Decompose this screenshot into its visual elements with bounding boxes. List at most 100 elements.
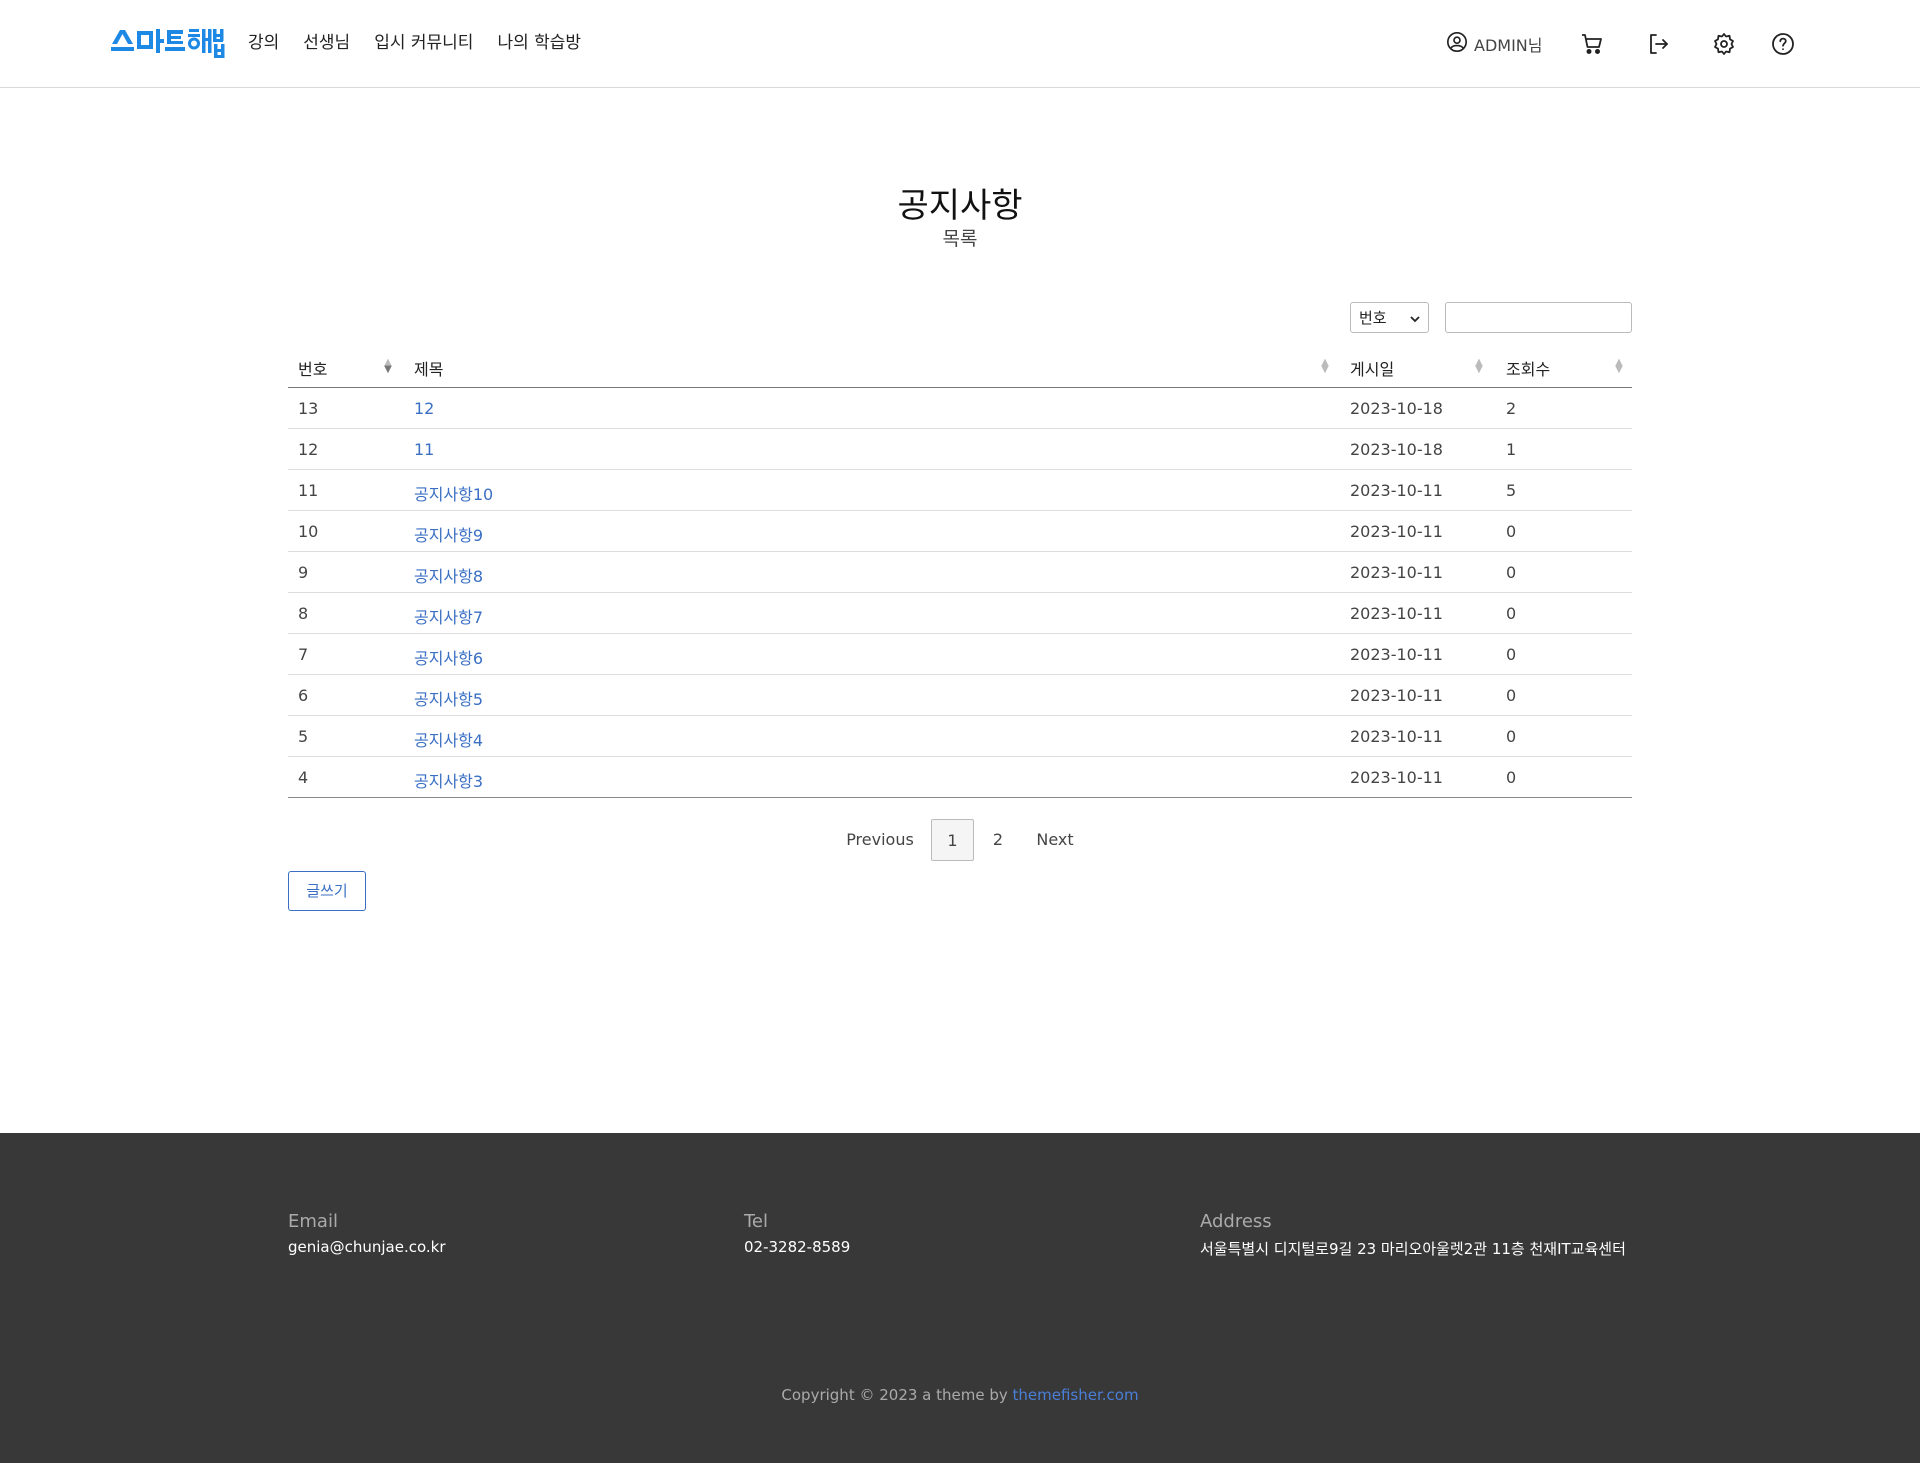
footer-email-value: genia@chunjae.co.kr bbox=[288, 1238, 446, 1256]
sort-icon[interactable]: ▲ ▼ bbox=[383, 358, 393, 375]
user-menu[interactable]: ADMIN님 bbox=[1446, 31, 1542, 57]
cell-title-link[interactable]: 공지사항4 bbox=[414, 727, 483, 751]
page-subtitle: 목록 bbox=[942, 228, 978, 250]
cell-views: 1 bbox=[1506, 440, 1517, 459]
gear-icon[interactable] bbox=[1710, 30, 1738, 58]
copyright-link[interactable]: themefisher.com bbox=[1013, 1386, 1139, 1404]
cell-date: 2023-10-11 bbox=[1350, 727, 1443, 746]
cell-views: 5 bbox=[1506, 481, 1517, 500]
cell-title-link[interactable]: 12 bbox=[414, 399, 434, 418]
footer-email: Email genia@chunjae.co.kr bbox=[288, 1211, 446, 1256]
cell-date: 2023-10-11 bbox=[1350, 604, 1443, 623]
write-button[interactable]: 글쓰기 bbox=[288, 871, 366, 911]
table-row: 10 공지사항9 2023-10-11 0 bbox=[288, 511, 1632, 552]
footer-address-value: 서울특별시 디지털로9길 23 마리오아울렛2관 11층 천재IT교육센터 bbox=[1200, 1240, 1626, 1258]
cell-views: 2 bbox=[1506, 399, 1517, 418]
pagination-page-1[interactable]: 1 bbox=[931, 819, 974, 861]
help-icon[interactable] bbox=[1769, 30, 1797, 58]
table-row: 4 공지사항3 2023-10-11 0 bbox=[288, 757, 1632, 798]
cell-number: 5 bbox=[298, 727, 309, 746]
table-row: 13 12 2023-10-18 2 bbox=[288, 388, 1632, 429]
cell-title-link[interactable]: 공지사항9 bbox=[414, 522, 483, 546]
logo-wordmark bbox=[111, 29, 225, 58]
nav-community[interactable]: 입시 커뮤니티 bbox=[374, 30, 473, 56]
nav-teachers[interactable]: 선생님 bbox=[303, 30, 350, 56]
cell-date: 2023-10-11 bbox=[1350, 686, 1443, 705]
cell-views: 0 bbox=[1506, 768, 1517, 787]
cell-title-link[interactable]: 공지사항8 bbox=[414, 563, 483, 587]
notice-table: 번호 ▲ ▼ 제목 ▲ ▼ 게시일 ▲ ▼ 조회수 ▲ ▼ 13 12 2023-10-… bbox=[288, 345, 1632, 798]
user-circle-icon bbox=[1446, 31, 1468, 57]
table-header: 번호 ▲ ▼ 제목 ▲ ▼ 게시일 ▲ ▼ 조회수 ▲ ▼ bbox=[288, 345, 1632, 388]
cell-number: 8 bbox=[298, 604, 309, 623]
cell-title-link[interactable]: 11 bbox=[414, 440, 434, 459]
footer-tel: Tel 02-3282-8589 bbox=[744, 1211, 850, 1256]
sort-icon[interactable]: ▲ ▼ bbox=[1614, 358, 1624, 375]
cart-icon[interactable] bbox=[1578, 30, 1606, 58]
footer-tel-label: Tel bbox=[744, 1211, 769, 1232]
cell-date: 2023-10-11 bbox=[1350, 645, 1443, 664]
cell-date: 2023-10-18 bbox=[1350, 440, 1443, 459]
cell-views: 0 bbox=[1506, 604, 1517, 623]
table-row: 8 공지사항7 2023-10-11 0 bbox=[288, 593, 1632, 634]
pagination-next[interactable]: Next bbox=[1030, 819, 1080, 861]
cell-number: 13 bbox=[298, 399, 319, 418]
column-header-date[interactable]: 게시일 bbox=[1350, 356, 1394, 380]
cell-title-link[interactable]: 공지사항6 bbox=[414, 645, 483, 669]
cell-date: 2023-10-18 bbox=[1350, 399, 1443, 418]
site-footer: Email genia@chunjae.co.kr Tel 02-3282-85… bbox=[0, 1133, 1920, 1463]
cell-views: 0 bbox=[1506, 522, 1517, 541]
nav-lectures[interactable]: 강의 bbox=[248, 30, 279, 56]
top-header: 강의 선생님 입시 커뮤니티 나의 학습방 ADMIN님 bbox=[0, 0, 1920, 88]
footer-address-label: Address bbox=[1200, 1211, 1272, 1232]
page-title: 공지사항 bbox=[897, 186, 1023, 226]
footer-address: Address 서울특별시 디지털로9길 23 마리오아울렛2관 11층 천재I… bbox=[1200, 1211, 1626, 1259]
pagination-page-2[interactable]: 2 bbox=[986, 819, 1010, 861]
table-row: 5 공지사항4 2023-10-11 0 bbox=[288, 716, 1632, 757]
sort-icon[interactable]: ▲ ▼ bbox=[1320, 358, 1330, 375]
cell-title-link[interactable]: 공지사항5 bbox=[414, 686, 483, 710]
cell-number: 12 bbox=[298, 440, 319, 459]
cell-date: 2023-10-11 bbox=[1350, 768, 1443, 787]
cell-title-link[interactable]: 공지사항3 bbox=[414, 768, 483, 792]
pagination-previous[interactable]: Previous bbox=[840, 819, 920, 861]
footer-tel-value: 02-3282-8589 bbox=[744, 1238, 851, 1256]
site-logo[interactable] bbox=[111, 27, 225, 61]
cell-views: 0 bbox=[1506, 645, 1517, 664]
column-header-number[interactable]: 번호 bbox=[298, 356, 327, 380]
cell-date: 2023-10-11 bbox=[1350, 563, 1443, 582]
cell-views: 0 bbox=[1506, 727, 1517, 746]
nav-my-study[interactable]: 나의 학습방 bbox=[497, 30, 581, 56]
main-nav: 강의 선생님 입시 커뮤니티 나의 학습방 bbox=[248, 30, 581, 56]
cell-number: 9 bbox=[298, 563, 309, 582]
search-type-select[interactable]: 번호 bbox=[1350, 302, 1429, 333]
cell-views: 0 bbox=[1506, 563, 1517, 582]
logout-icon[interactable] bbox=[1644, 30, 1672, 58]
table-row: 11 공지사항10 2023-10-11 5 bbox=[288, 470, 1632, 511]
cell-number: 4 bbox=[298, 768, 309, 787]
cell-views: 0 bbox=[1506, 686, 1517, 705]
column-header-views[interactable]: 조회수 bbox=[1506, 356, 1550, 380]
cell-number: 11 bbox=[298, 481, 319, 500]
cell-title-link[interactable]: 공지사항7 bbox=[414, 604, 483, 628]
chevron-down-icon bbox=[1410, 309, 1420, 327]
table-row: 7 공지사항6 2023-10-11 0 bbox=[288, 634, 1632, 675]
sort-icon[interactable]: ▲ ▼ bbox=[1474, 358, 1484, 375]
copyright-text: Copyright © 2023 a theme by bbox=[781, 1386, 1013, 1404]
search-input[interactable] bbox=[1445, 302, 1632, 333]
column-header-title[interactable]: 제목 bbox=[414, 356, 443, 380]
cell-number: 7 bbox=[298, 645, 309, 664]
cell-date: 2023-10-11 bbox=[1350, 522, 1443, 541]
copyright: Copyright © 2023 a theme by themefisher.… bbox=[0, 1386, 1920, 1404]
cell-title-link[interactable]: 공지사항10 bbox=[414, 481, 493, 505]
cell-date: 2023-10-11 bbox=[1350, 481, 1443, 500]
user-name-label: ADMIN님 bbox=[1474, 36, 1543, 55]
search-type-value: 번호 bbox=[1359, 309, 1387, 327]
table-row: 12 11 2023-10-18 1 bbox=[288, 429, 1632, 470]
table-row: 9 공지사항8 2023-10-11 0 bbox=[288, 552, 1632, 593]
pagination: Previous 1 2 Next bbox=[0, 819, 1920, 861]
cell-number: 6 bbox=[298, 686, 309, 705]
footer-email-label: Email bbox=[288, 1211, 338, 1232]
table-row: 6 공지사항5 2023-10-11 0 bbox=[288, 675, 1632, 716]
cell-number: 10 bbox=[298, 522, 319, 541]
